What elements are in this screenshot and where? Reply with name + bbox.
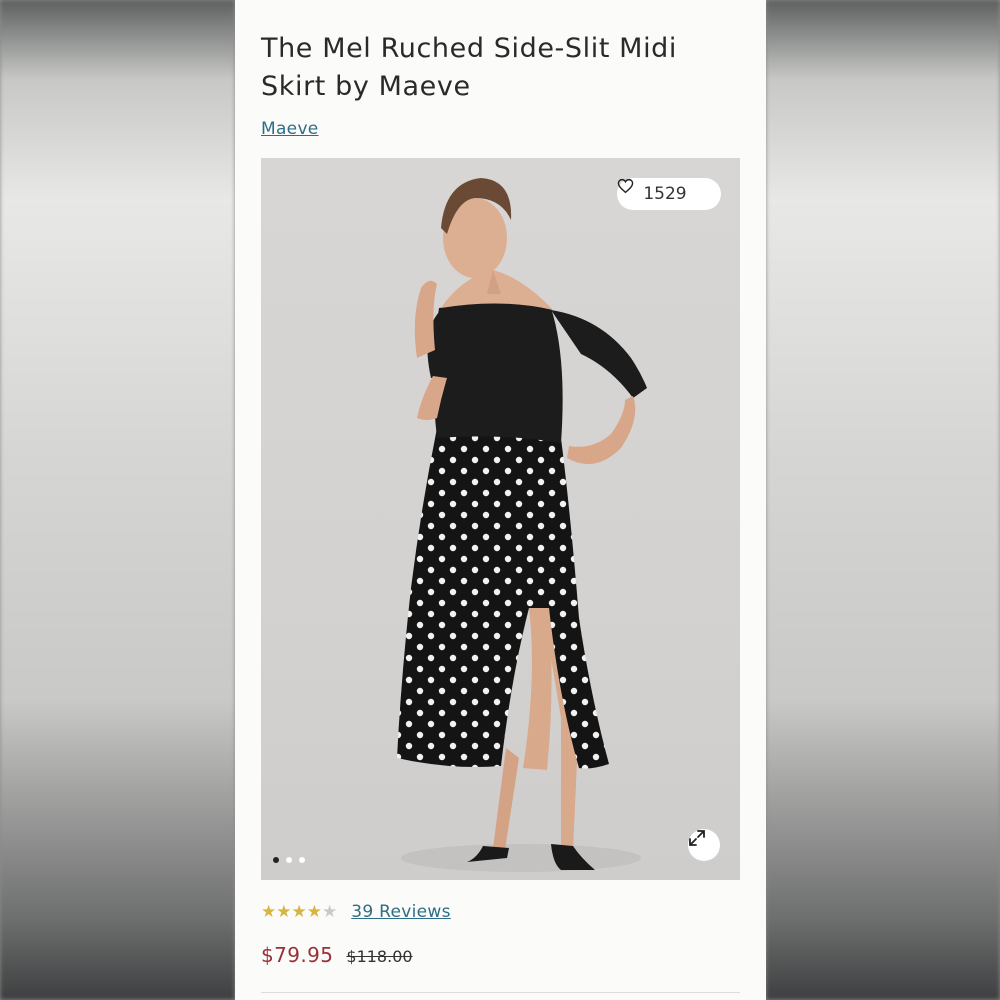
reviews-link[interactable]: 39 Reviews [351, 902, 451, 922]
sale-price: $79.95 [261, 943, 334, 967]
background-blur-right [766, 0, 1000, 1000]
expand-image-button[interactable] [688, 829, 720, 861]
star-empty-icon: ★ [322, 902, 338, 922]
brand-link[interactable]: Maeve [261, 119, 319, 139]
carousel-dot-3[interactable] [299, 857, 305, 863]
favorite-count: 1529 [643, 184, 687, 204]
product-image-gallery[interactable]: 1529 [261, 158, 740, 880]
star-icon: ★ [291, 902, 307, 922]
original-price: $118.00 [346, 947, 413, 966]
carousel-indicators [273, 857, 305, 863]
star-icon: ★ [306, 902, 322, 922]
favorite-button[interactable]: 1529 [617, 178, 721, 210]
carousel-dot-2[interactable] [286, 857, 292, 863]
star-icon: ★ [276, 902, 292, 922]
product-panel: The Mel Ruched Side-Slit Midi Skirt by M… [235, 0, 766, 1000]
background-blur-left [0, 0, 235, 1000]
product-title: The Mel Ruched Side-Slit Midi Skirt by M… [261, 33, 678, 102]
carousel-dot-1[interactable] [273, 857, 279, 863]
star-rating: ★ ★ ★ ★ ★ [261, 902, 337, 922]
rating-row: ★ ★ ★ ★ ★ 39 Reviews [261, 902, 451, 922]
price-row: $79.95 $118.00 [261, 943, 413, 967]
star-icon: ★ [261, 902, 277, 922]
section-divider [261, 992, 740, 993]
product-photo [397, 178, 647, 872]
